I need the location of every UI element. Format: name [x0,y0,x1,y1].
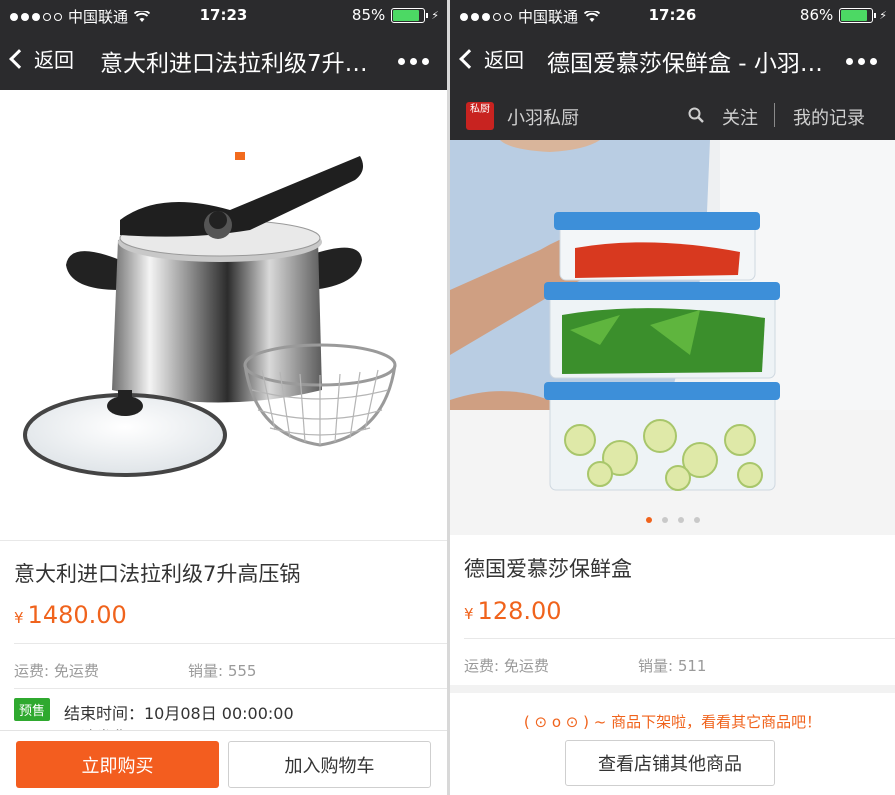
more-button[interactable] [398,58,429,65]
currency-symbol: ¥ [464,605,474,623]
page-title: 德国爱慕莎保鲜盒 - 小羽私厨 [547,51,832,77]
charging-icon: ⚡ [431,8,439,22]
divider [14,643,447,644]
back-label: 返回 [34,48,74,72]
presale-end-time: 结束时间：10月08日 00:00:00 [64,704,294,723]
status-bar: 中国联通 17:23 85% ⚡ [0,0,447,30]
battery-percent: 86% [799,6,834,24]
battery-percent: 85% [351,6,386,24]
carousel-indicator[interactable] [450,517,895,523]
divider [14,688,447,689]
back-button[interactable]: 返回 [459,44,524,73]
battery-area: 85% ⚡ [352,6,439,24]
back-button[interactable]: 返回 [9,44,74,73]
product-title: 德国爱慕莎保鲜盒 [464,557,632,581]
status-bar: 中国联通 17:26 86% ⚡ [450,0,895,30]
action-bar: 立即购买 加入购物车 [0,730,447,795]
page-title: 意大利进口法拉利级7升高压锅 [100,51,375,77]
section-gap [450,685,895,693]
product-price: ¥1480.00 [14,601,127,629]
product-image[interactable] [0,90,447,537]
charging-icon: ⚡ [879,8,887,22]
delisted-notice: ( ⊙ o ⊙ ) ~ 商品下架啦，看看其它商品吧！ [523,713,822,731]
divider [0,540,447,541]
view-other-products-button[interactable]: 查看店铺其他商品 [565,740,775,786]
shop-logo-text: 私厨 [470,104,490,115]
product-title: 意大利进口法拉利级7升高压锅 [14,562,301,586]
shop-name[interactable]: 小羽私厨 [507,104,579,130]
add-to-cart-button[interactable]: 加入购物车 [228,741,431,788]
chevron-left-icon [459,48,479,69]
right-phone: 中国联通 17:26 86% ⚡ 返回 德国爱慕莎保鲜盒 - 小羽私厨 私厨 小… [450,0,895,795]
carousel-dot[interactable] [693,517,700,523]
back-label: 返回 [484,48,524,72]
buy-now-button[interactable]: 立即购买 [16,741,219,788]
shipping-info: 运费: 免运费 [14,662,99,680]
price-value: 128.00 [477,597,562,625]
screen: 中国联通 17:23 85% ⚡ 返回 意大利进口法拉利级7升高压锅 [0,0,895,795]
carousel-dot[interactable] [645,517,652,523]
shop-logo[interactable]: 私厨 [466,102,494,130]
shop-bar: 私厨 小羽私厨 关注 我的记录 [450,90,895,140]
currency-symbol: ¥ [14,609,24,627]
nav-bar: 返回 意大利进口法拉利级7升高压锅 [0,30,447,90]
carousel-dot[interactable] [677,517,684,523]
shipping-info: 运费: 免运费 [464,657,549,675]
pressure-cooker-illustration [23,152,397,477]
separator [774,103,775,127]
follow-button[interactable]: 关注 [722,104,758,130]
sales-count: 销量: 511 [638,657,707,675]
sales-count: 销量: 555 [188,662,257,680]
chevron-left-icon [9,48,29,69]
search-icon[interactable] [688,107,704,123]
food-container-illustration [450,140,895,535]
price-value: 1480.00 [27,601,127,629]
more-button[interactable] [846,58,877,65]
my-records-button[interactable]: 我的记录 [793,104,865,130]
battery-area: 86% ⚡ [800,6,887,24]
product-price: ¥128.00 [464,597,562,625]
left-phone: 中国联通 17:23 85% ⚡ 返回 意大利进口法拉利级7升高压锅 [0,0,447,795]
nav-bar: 返回 德国爱慕莎保鲜盒 - 小羽私厨 [450,30,895,90]
battery-icon [391,7,429,23]
divider [464,638,895,639]
presale-badge: 预售 [14,698,51,721]
battery-icon [839,7,877,23]
product-photo[interactable] [450,140,895,535]
carousel-dot[interactable] [661,517,668,523]
